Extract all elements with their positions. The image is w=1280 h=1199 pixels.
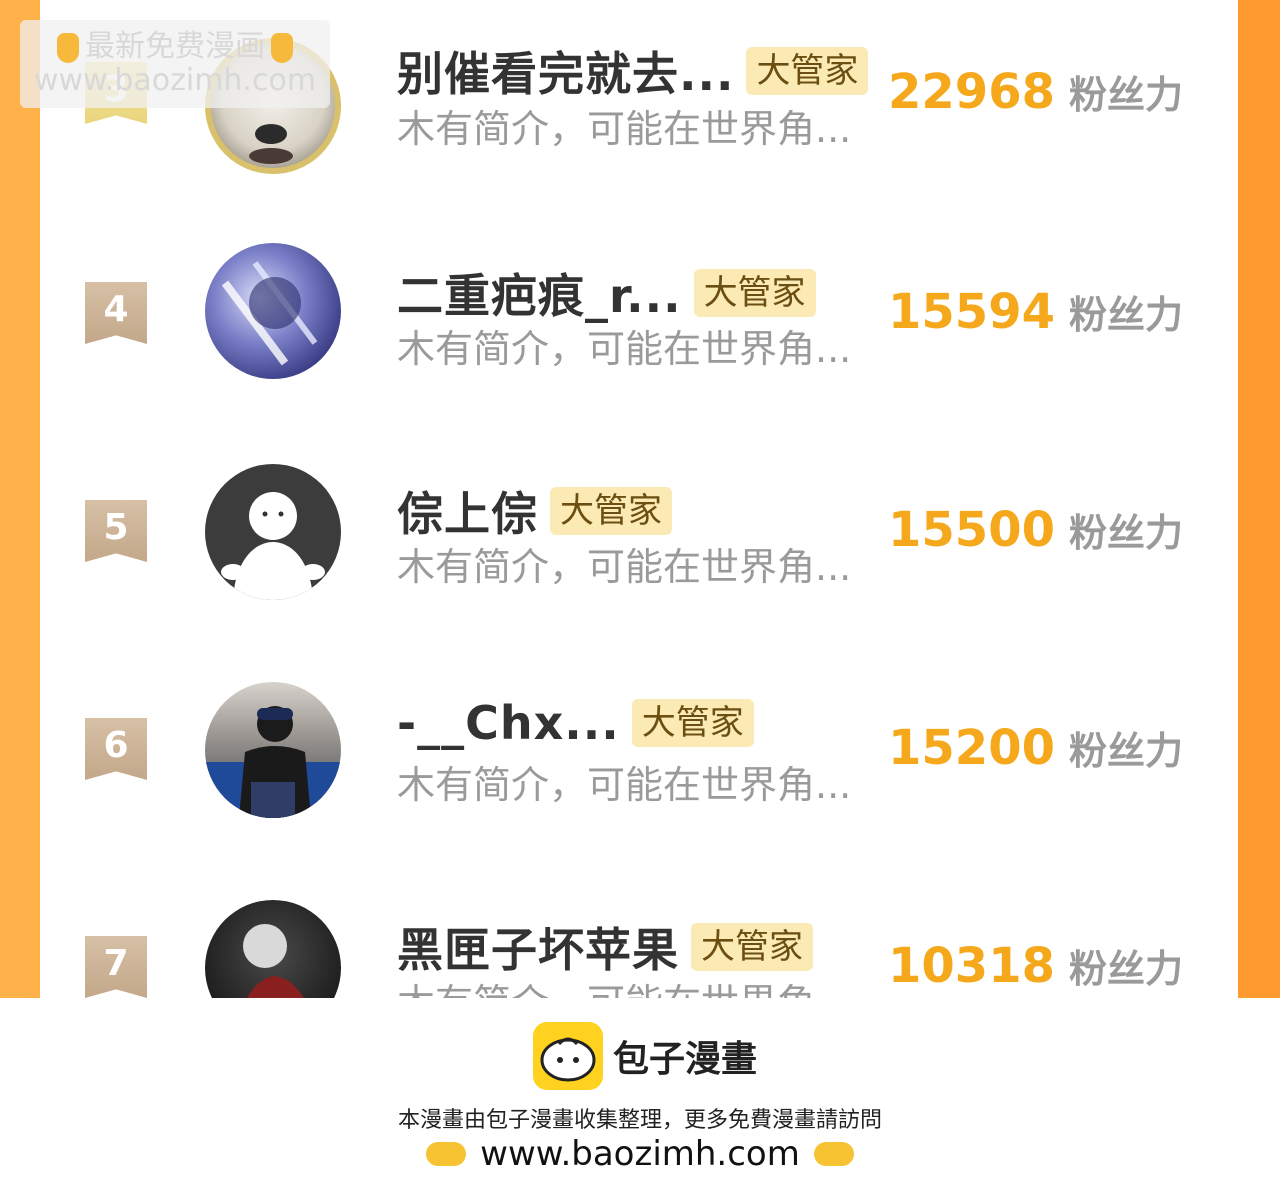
fans-number: 22968 (888, 64, 1055, 120)
default-user-icon (221, 492, 325, 600)
role-tag: 大管家 (746, 47, 869, 95)
fans-score: 15500 粉丝力 (888, 502, 1183, 558)
pointing-hand-icon (271, 32, 293, 63)
watermark-line1: 最新免费漫画 (85, 29, 265, 64)
list-item[interactable]: 7 黑匣子坏苹果 大管家 木有简介，可能在世界角... 10318 粉丝力 (40, 870, 1238, 998)
watermark: 最新免费漫画 www.baozimh.com (20, 20, 330, 108)
user-name[interactable]: 倧上倧 (397, 478, 538, 544)
fans-score: 22968 粉丝力 (888, 64, 1183, 120)
fans-score: 15200 粉丝力 (888, 720, 1183, 776)
fans-number: 15500 (888, 502, 1055, 558)
user-bio: 木有简介，可能在世界角... (397, 972, 877, 998)
anime-avatar-icon (243, 924, 304, 998)
anime-avatar-icon (221, 261, 318, 366)
fans-score: 15594 粉丝力 (888, 284, 1183, 340)
avatar[interactable] (205, 464, 341, 600)
user-name[interactable]: -__Chx... (397, 696, 620, 750)
fans-label: 粉丝力 (1069, 293, 1184, 337)
pointing-hand-icon (57, 32, 79, 63)
fans-label: 粉丝力 (1069, 511, 1184, 555)
fans-number: 15200 (888, 720, 1055, 776)
user-bio: 木有简介，可能在世界角... (397, 763, 852, 807)
footer-url-line: www.baozimh.com (0, 1134, 1280, 1174)
user-bio: 木有简介，可能在世界角... (397, 327, 852, 371)
brand[interactable]: 包子漫畫 (533, 1022, 757, 1090)
role-tag: 大管家 (693, 269, 816, 317)
role-tag: 大管家 (691, 923, 813, 971)
photo-avatar-icon (205, 706, 341, 818)
footer-url[interactable]: www.baozimh.com (480, 1134, 800, 1174)
pointing-right-hand-icon (426, 1142, 467, 1166)
pointing-left-hand-icon (813, 1142, 854, 1166)
user-name[interactable]: 二重疤痕_r... (397, 260, 682, 326)
user-name[interactable]: 别催看完就去... (397, 38, 734, 104)
brand-name: 包子漫畫 (613, 1039, 758, 1080)
fans-number: 10318 (888, 938, 1055, 994)
user-name-line: -__Chx... 大管家 (397, 696, 754, 750)
footer-note: 本漫畫由包子漫畫收集整理，更多免費漫畫請訪問 (397, 1108, 882, 1133)
list-item[interactable]: 5 倧上倧 大管家 木有简介，可能在世界角... 15500 粉丝力 (40, 434, 1238, 634)
baozi-logo-icon (533, 1022, 603, 1090)
user-bio: 木有简介，可能在世界角... (397, 545, 852, 589)
role-tag: 大管家 (550, 487, 672, 535)
user-name-line: 二重疤痕_r... 大管家 (397, 260, 816, 326)
user-bio: 木有简介，可能在世界角... (397, 107, 852, 151)
rank-badge: 6 (85, 718, 147, 780)
list-item[interactable]: 6 -__Chx... 大管家 木有简介，可能在世界角... 15200 粉丝力 (40, 652, 1238, 852)
rank-badge: 7 (85, 936, 147, 998)
user-name-line: 倧上倧 大管家 (397, 478, 672, 544)
watermark-line2: www.baozimh.com (33, 63, 317, 98)
fans-number: 15594 (888, 284, 1055, 340)
avatar[interactable] (205, 243, 341, 379)
user-name-line: 黑匣子坏苹果 大管家 (397, 914, 813, 980)
list-item[interactable]: 4 二重疤痕_r... 大管家 木有简介，可能在世界角... 15594 粉丝力 (40, 216, 1238, 416)
ranking-card: 3 别催看完就去... 大管家 木有简介，可能在世界角... 22968 粉丝力… (40, 0, 1238, 998)
user-name-line: 别催看完就去... 大管家 (397, 38, 869, 104)
rank-badge: 4 (85, 282, 147, 344)
fans-score: 10318 粉丝力 (888, 938, 1183, 994)
role-tag: 大管家 (631, 699, 754, 747)
rank-badge: 5 (85, 500, 147, 562)
avatar[interactable] (205, 900, 341, 998)
fans-label: 粉丝力 (1069, 729, 1184, 773)
fans-label: 粉丝力 (1069, 73, 1184, 117)
user-name[interactable]: 黑匣子坏苹果 (397, 914, 679, 980)
avatar[interactable] (205, 682, 341, 818)
footer: 包子漫畫 本漫畫由包子漫畫收集整理，更多免費漫畫請訪問 www.baozimh.… (0, 998, 1280, 1199)
fans-label: 粉丝力 (1069, 947, 1184, 991)
ranking-page: 3 别催看完就去... 大管家 木有简介，可能在世界角... 22968 粉丝力… (0, 0, 1280, 998)
